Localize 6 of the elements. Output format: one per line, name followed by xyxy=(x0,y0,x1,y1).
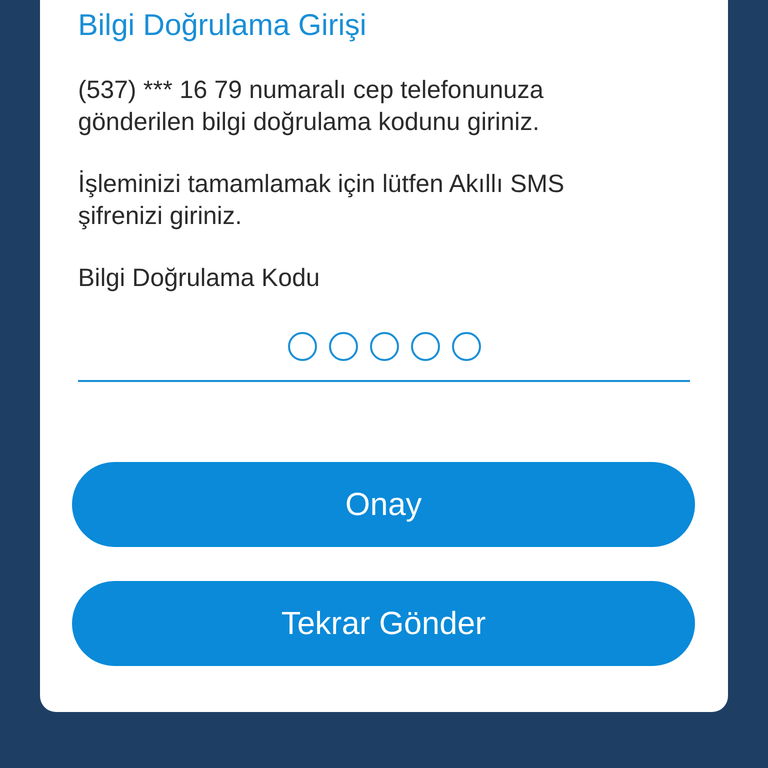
field-label: Bilgi Doğrulama Kodu xyxy=(78,263,321,294)
action-button[interactable]: Onay xyxy=(72,462,695,547)
action-button[interactable]: Tekrar Gönder xyxy=(72,581,695,666)
instruction-text: (537) *** 16 79 numaralı cep telefonunuza gönderilen bilgi doğrulama kodunu giriniz. xyxy=(78,75,545,138)
page-title: Bilgi Doğrulama Girişi xyxy=(78,8,368,44)
instruction-text: İşleminizi tamamlamak için lütfen Akıllı SMS şifrenizi giriniz. xyxy=(78,169,566,232)
